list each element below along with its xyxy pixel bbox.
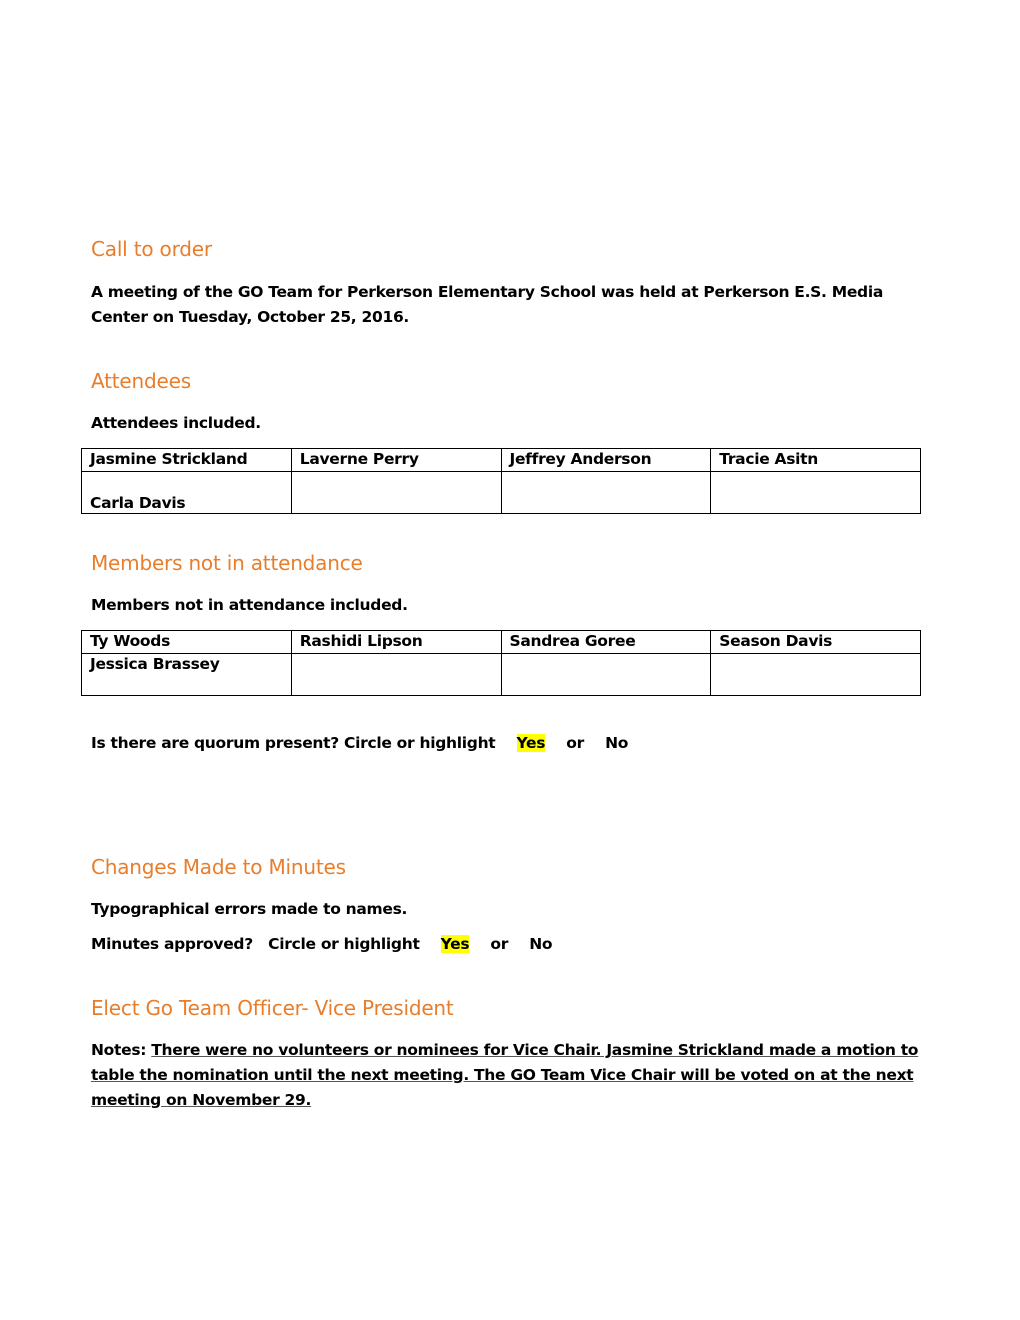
changes-body: Typographical errors made to names. <box>91 900 408 918</box>
minutes-or: or <box>490 935 509 953</box>
table-row: Carla Davis <box>81 471 921 514</box>
attendees-heading: Attendees <box>91 369 191 393</box>
attendees-table: Jasmine Strickland Laverne Perry Jeffrey… <box>81 448 921 514</box>
table-cell: Tracie Asitn <box>710 448 921 472</box>
table-cell: Laverne Perry <box>290 448 502 472</box>
table-cell: Rashidi Lipson <box>290 630 502 654</box>
table-cell: Jessica Brassey <box>81 653 292 696</box>
table-cell <box>500 653 712 696</box>
changes-heading: Changes Made to Minutes <box>91 855 346 879</box>
call-to-order-body: A meeting of the GO Team for Perkerson E… <box>91 283 884 326</box>
table-cell <box>500 471 712 514</box>
minutes-yes-option[interactable]: Yes <box>440 935 470 953</box>
table-cell: Ty Woods <box>81 630 292 654</box>
table-cell: Jeffrey Anderson <box>500 448 712 472</box>
quorum-yes-option[interactable]: Yes <box>516 734 545 752</box>
quorum-no-option[interactable]: No <box>605 734 628 752</box>
quorum-question: Is there are quorum present? Circle or h… <box>91 734 496 752</box>
quorum-line: Is there are quorum present? Circle or h… <box>91 731 921 756</box>
table-row: Ty Woods Rashidi Lipson Sandrea Goree Se… <box>81 630 921 654</box>
call-to-order-heading: Call to order <box>91 237 212 261</box>
absent-intro: Members not in attendance included. <box>91 596 408 614</box>
table-cell: Sandrea Goree <box>500 630 712 654</box>
minutes-approved-question: Minutes approved? Circle or highlight <box>91 935 420 953</box>
notes-label: Notes: <box>91 1041 147 1059</box>
absent-heading: Members not in attendance <box>91 551 363 575</box>
absent-table: Ty Woods Rashidi Lipson Sandrea Goree Se… <box>81 630 921 696</box>
attendees-intro: Attendees included. <box>91 414 261 432</box>
elect-notes: Notes: There were no volunteers or nomin… <box>91 1038 931 1113</box>
table-cell: Carla Davis <box>81 471 292 514</box>
quorum-or: or <box>566 734 584 752</box>
table-row: Jessica Brassey <box>81 653 921 696</box>
elect-heading: Elect Go Team Officer- Vice President <box>91 996 454 1020</box>
table-cell <box>290 653 502 696</box>
table-cell <box>710 471 921 514</box>
table-cell <box>710 653 921 696</box>
table-cell: Jasmine Strickland <box>81 448 292 472</box>
document-page: Call to order A meeting of the GO Team f… <box>0 0 1020 1320</box>
table-cell: Season Davis <box>710 630 921 654</box>
table-row: Jasmine Strickland Laverne Perry Jeffrey… <box>81 448 921 472</box>
minutes-approved-line: Minutes approved? Circle or highlight Ye… <box>91 932 921 957</box>
table-cell <box>290 471 502 514</box>
minutes-no-option[interactable]: No <box>529 935 552 953</box>
notes-text: There were no volunteers or nominees for… <box>91 1041 919 1109</box>
